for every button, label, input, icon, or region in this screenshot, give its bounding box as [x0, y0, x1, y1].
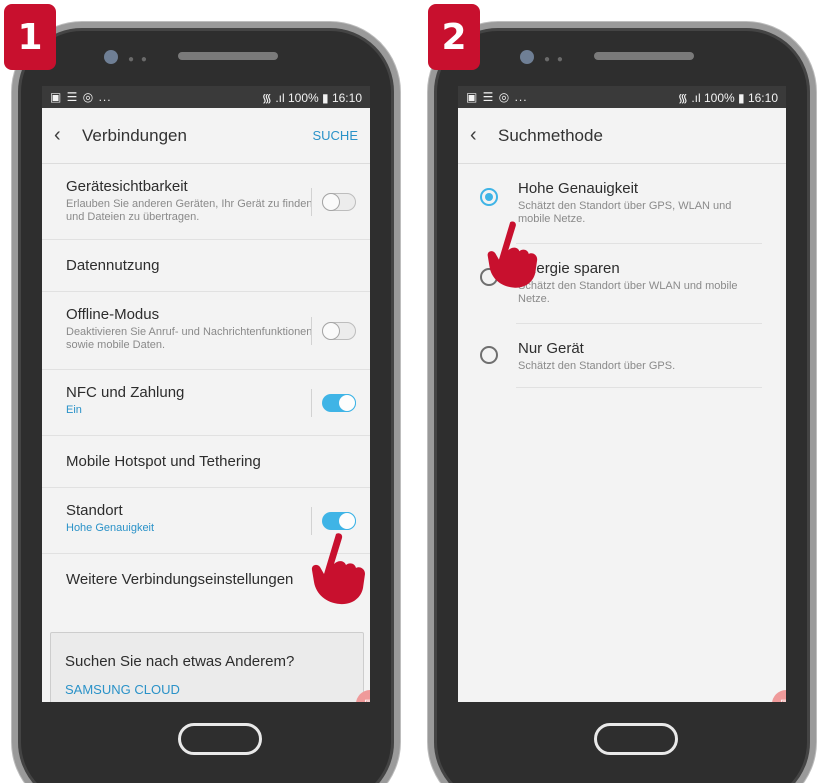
option-device-only[interactable]: Nur Gerät Schätzt den Standort über GPS.	[458, 324, 786, 388]
app-bar: ‹ Verbindungen SUCHE	[42, 108, 370, 164]
sensor-dots: ● ●	[128, 54, 149, 65]
toggle-knob	[338, 393, 356, 412]
device-visibility-toggle[interactable]	[322, 192, 356, 211]
sensor-dots: ● ●	[544, 54, 565, 65]
hand-pointer-icon	[487, 221, 538, 288]
status-left-icons: ▣ ☰ ◎ ...	[466, 90, 528, 104]
offline-mode-toggle[interactable]	[322, 321, 356, 340]
option-subtitle: Schätzt den Standort über GPS.	[518, 360, 676, 372]
home-button[interactable]	[178, 723, 262, 755]
row-divider	[311, 187, 312, 216]
setting-title: NFC und Zahlung	[66, 384, 185, 401]
search-button[interactable]: SUCHE	[312, 128, 358, 143]
toggle-knob	[322, 321, 340, 340]
setting-row-nfc[interactable]: NFC und Zahlung Ein	[42, 370, 370, 436]
home-button[interactable]	[594, 723, 678, 755]
setting-title: Gerätesichtbarkeit	[66, 178, 188, 195]
page-title: Verbindungen	[82, 125, 187, 145]
toggle-knob	[322, 192, 340, 211]
setting-title: Mobile Hotspot und Tethering	[66, 453, 261, 470]
step-badge-2: 2	[428, 4, 480, 70]
front-camera-icon	[520, 50, 534, 64]
setting-status: Hohe Genauigkeit	[66, 522, 155, 534]
earpiece-speaker	[178, 52, 278, 60]
row-divider	[311, 388, 312, 417]
setting-row-data-usage[interactable]: Datennutzung	[42, 240, 370, 292]
option-subtitle: Schätzt den Standort über GPS, WLAN und …	[518, 200, 732, 225]
status-left-icons: ▣ ☰ ◎ ...	[50, 90, 112, 104]
setting-title: Standort	[66, 502, 123, 519]
samsung-cloud-link[interactable]: SAMSUNG CLOUD	[65, 682, 349, 697]
phone-frame-2: ● ● ▣ ☰ ◎ ... ᯾ .ıl 100% ▮ 16:10 ‹ Suchm…	[428, 22, 816, 783]
option-title: Energie sparen	[518, 260, 620, 277]
earpiece-speaker	[594, 52, 694, 60]
location-toggle[interactable]	[322, 511, 356, 530]
setting-subtitle: Erlauben Sie anderen Geräten, Ihr Gerät …	[66, 198, 313, 223]
camera-icon[interactable]: ▣	[772, 690, 786, 702]
setting-status: Ein	[66, 404, 82, 416]
option-title: Hohe Genauigkeit	[518, 180, 639, 197]
suggestion-question: Suchen Sie nach etwas Anderem?	[65, 653, 295, 670]
status-bar: ▣ ☰ ◎ ... ᯾ .ıl 100% ▮ 16:10	[42, 86, 370, 108]
setting-title: Offline-Modus	[66, 306, 160, 323]
back-chevron-icon[interactable]: ‹	[54, 124, 82, 147]
status-bar: ▣ ☰ ◎ ... ᯾ .ıl 100% ▮ 16:10	[458, 86, 786, 108]
status-right: ᯾ .ıl 100% ▮ 16:10	[677, 90, 778, 105]
suggestion-card: Suchen Sie nach etwas Anderem? SAMSUNG C…	[50, 632, 364, 702]
toggle-knob	[338, 511, 356, 530]
setting-subtitle: Deaktivieren Sie Anruf- und Nachrichtenf…	[66, 326, 313, 351]
setting-title: Datennutzung	[66, 257, 160, 274]
phone-frame-1: ● ● ▣ ☰ ◎ ... ᯾ .ıl 100% ▮ 16:10 ‹ Verbi…	[12, 22, 400, 783]
hand-pointer-icon	[311, 533, 365, 605]
row-divider	[311, 316, 312, 345]
radio-button[interactable]	[480, 346, 498, 364]
row-separator	[516, 387, 762, 388]
app-bar: ‹ Suchmethode	[458, 108, 786, 164]
setting-row-device-visibility[interactable]: Gerätesichtbarkeit Erlauben Sie anderen …	[42, 164, 370, 240]
option-title: Nur Gerät	[518, 340, 584, 357]
setting-row-hotspot[interactable]: Mobile Hotspot und Tethering	[42, 436, 370, 488]
option-subtitle: Schätzt den Standort über WLAN und mobil…	[518, 280, 738, 305]
screen-suchmethode: ▣ ☰ ◎ ... ᯾ .ıl 100% ▮ 16:10 ‹ Suchmetho…	[458, 86, 786, 702]
screen-verbindungen: ▣ ☰ ◎ ... ᯾ .ıl 100% ▮ 16:10 ‹ Verbindun…	[42, 86, 370, 702]
nfc-toggle[interactable]	[322, 393, 356, 412]
front-camera-icon	[104, 50, 118, 64]
radio-button-selected[interactable]	[480, 188, 498, 206]
status-right: ᯾ .ıl 100% ▮ 16:10	[261, 90, 362, 105]
page-title: Suchmethode	[498, 125, 603, 145]
step-badge-1: 1	[4, 4, 56, 70]
setting-row-offline-mode[interactable]: Offline-Modus Deaktivieren Sie Anruf- un…	[42, 292, 370, 370]
back-chevron-icon[interactable]: ‹	[470, 124, 498, 147]
